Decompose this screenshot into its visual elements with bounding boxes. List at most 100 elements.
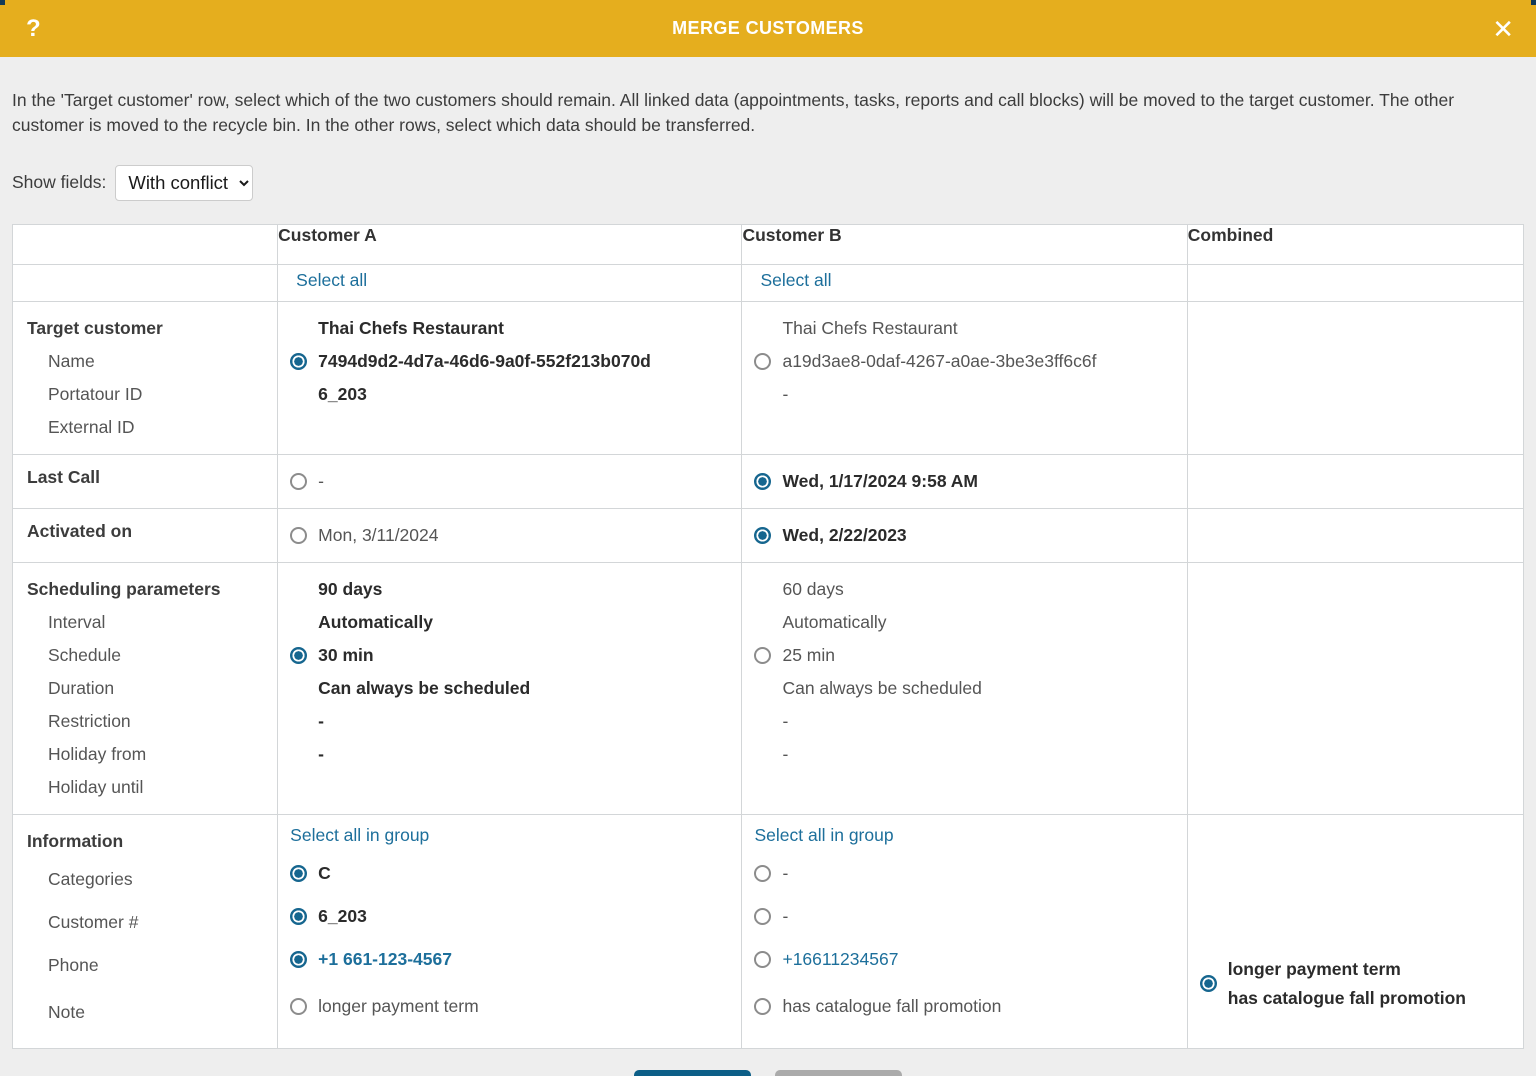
cell-scheduling-parameters-a[interactable]: 90 days Automatically 30 min Can always … bbox=[278, 562, 742, 814]
select-all-link-b[interactable]: Select all bbox=[760, 270, 831, 290]
radio-activated-on-b[interactable] bbox=[754, 527, 771, 544]
select-all-in-group-link-a[interactable]: Select all in group bbox=[290, 825, 429, 845]
value-duration-a: 30 min bbox=[318, 639, 530, 672]
select-all-cell-combined bbox=[1187, 264, 1523, 301]
info-field-phone-b[interactable]: +16611234567 bbox=[754, 938, 1186, 981]
value-holiday-from-a: - bbox=[318, 705, 530, 738]
value-categories-a: C bbox=[307, 863, 331, 884]
radio-last-call-a[interactable] bbox=[290, 473, 307, 490]
value-phone-b[interactable]: +16611234567 bbox=[771, 949, 898, 970]
info-field-note-b[interactable]: has catalogue fall promotion bbox=[754, 981, 1186, 1032]
cell-activated-on-b[interactable]: Wed, 2/22/2023 bbox=[742, 508, 1187, 562]
radio-scheduling-parameters-a[interactable] bbox=[290, 647, 307, 664]
cell-scheduling-parameters-b[interactable]: 60 days Automatically 25 min Can always … bbox=[742, 562, 1187, 814]
table-header-row: Customer A Customer B Combined bbox=[13, 224, 1524, 264]
merge-button[interactable]: MERGE bbox=[634, 1070, 751, 1076]
cell-information-combined[interactable]: longer payment term has catalogue fall p… bbox=[1187, 814, 1523, 1048]
radio-categories-b[interactable] bbox=[754, 865, 771, 882]
value-duration-b: 25 min bbox=[782, 639, 981, 672]
row-label-last-call: Last Call bbox=[13, 454, 278, 508]
info-field-categories-b[interactable]: - bbox=[754, 852, 1186, 895]
radio-note-a[interactable] bbox=[290, 998, 307, 1015]
cell-activated-on-combined bbox=[1187, 508, 1523, 562]
cell-activated-on-a[interactable]: Mon, 3/11/2024 bbox=[278, 508, 742, 562]
group-label: Last Call bbox=[13, 455, 277, 499]
cell-information-a[interactable]: Select all in group C 6_203 +1 661-123-4… bbox=[278, 814, 742, 1048]
group-label: Scheduling parameters bbox=[27, 573, 277, 606]
select-all-spacer bbox=[13, 264, 278, 301]
value-schedule-b: Automatically bbox=[782, 606, 981, 639]
value-interval-b: 60 days bbox=[782, 573, 981, 606]
sub-label-categories: Categories bbox=[27, 858, 277, 901]
info-field-note-a[interactable]: longer payment term bbox=[290, 981, 741, 1032]
value-schedule-a: Automatically bbox=[318, 606, 530, 639]
info-field-phone-a[interactable]: +1 661-123-4567 bbox=[290, 938, 741, 981]
table-row-information: Information Categories Customer # Phone … bbox=[13, 814, 1524, 1048]
row-label-target-customer: Target customer Name Portatour ID Extern… bbox=[13, 301, 278, 454]
info-field-categories-a[interactable]: C bbox=[290, 852, 741, 895]
value-phone-a[interactable]: +1 661-123-4567 bbox=[307, 949, 452, 970]
value-restriction-b: Can always be scheduled bbox=[782, 672, 981, 705]
info-field-customer-number-a[interactable]: 6_203 bbox=[290, 895, 741, 938]
value-note-combined-line-1: longer payment term bbox=[1228, 955, 1466, 984]
header-customer-b: Customer B bbox=[742, 224, 1187, 264]
cell-last-call-b[interactable]: Wed, 1/17/2024 9:58 AM bbox=[742, 454, 1187, 508]
radio-note-b[interactable] bbox=[754, 998, 771, 1015]
value-customer-number-b: - bbox=[771, 906, 788, 927]
info-field-note-combined[interactable]: longer payment term has catalogue fall p… bbox=[1200, 937, 1523, 1031]
value-external-id-b: - bbox=[782, 378, 1096, 411]
radio-categories-a[interactable] bbox=[290, 865, 307, 882]
value-portatour-id-a: 7494d9d2-4d7a-46d6-9a0f-552f213b070d bbox=[318, 345, 651, 378]
close-icon[interactable]: ✕ bbox=[1492, 16, 1514, 42]
value-portatour-id-b: a19d3ae8-0daf-4267-a0ae-3be3e3ff6c6f bbox=[782, 345, 1096, 378]
sub-label-customer-number: Customer # bbox=[27, 901, 277, 944]
merge-table: Customer A Customer B Combined Select al… bbox=[12, 224, 1524, 1049]
value-interval-a: 90 days bbox=[318, 573, 530, 606]
radio-target-customer-b[interactable] bbox=[754, 353, 771, 370]
radio-phone-a[interactable] bbox=[290, 951, 307, 968]
radio-customer-number-a[interactable] bbox=[290, 908, 307, 925]
value-holiday-until-b: - bbox=[782, 738, 981, 771]
cell-information-b[interactable]: Select all in group - - +16611234567 bbox=[742, 814, 1187, 1048]
select-all-row: Select all Select all bbox=[13, 264, 1524, 301]
cell-scheduling-parameters-combined bbox=[1187, 562, 1523, 814]
sub-label-phone: Phone bbox=[27, 944, 277, 987]
row-label-scheduling-parameters: Scheduling parameters Interval Schedule … bbox=[13, 562, 278, 814]
radio-scheduling-parameters-b[interactable] bbox=[754, 647, 771, 664]
table-row-last-call: Last Call - Wed, 1/17/2024 9:58 AM bbox=[13, 454, 1524, 508]
radio-customer-number-b[interactable] bbox=[754, 908, 771, 925]
value-categories-b: - bbox=[771, 863, 788, 884]
value-last-call-a: - bbox=[318, 466, 324, 497]
sub-label-holiday-until: Holiday until bbox=[27, 771, 277, 804]
info-field-customer-number-b[interactable]: - bbox=[754, 895, 1186, 938]
sub-label-schedule: Schedule bbox=[27, 639, 277, 672]
help-icon[interactable]: ? bbox=[26, 17, 41, 41]
radio-target-customer-a[interactable] bbox=[290, 353, 307, 370]
select-all-in-group-link-b[interactable]: Select all in group bbox=[754, 825, 893, 845]
value-holiday-from-b: - bbox=[782, 705, 981, 738]
select-all-link-a[interactable]: Select all bbox=[296, 270, 367, 290]
sub-label-interval: Interval bbox=[27, 606, 277, 639]
radio-note-combined[interactable] bbox=[1200, 975, 1217, 992]
value-name-b: Thai Chefs Restaurant bbox=[782, 312, 1096, 345]
group-label: Target customer bbox=[27, 312, 277, 345]
value-note-combined-line-2: has catalogue fall promotion bbox=[1228, 984, 1466, 1013]
radio-last-call-b[interactable] bbox=[754, 473, 771, 490]
radio-activated-on-a[interactable] bbox=[290, 527, 307, 544]
table-row-scheduling-parameters: Scheduling parameters Interval Schedule … bbox=[13, 562, 1524, 814]
value-name-a: Thai Chefs Restaurant bbox=[318, 312, 651, 345]
cancel-button[interactable]: CANCEL bbox=[775, 1070, 901, 1076]
cell-target-customer-b[interactable]: Thai Chefs Restaurant a19d3ae8-0daf-4267… bbox=[742, 301, 1187, 454]
radio-phone-b[interactable] bbox=[754, 951, 771, 968]
show-fields-select[interactable]: With conflict bbox=[115, 165, 253, 201]
header-customer-a: Customer A bbox=[278, 224, 742, 264]
sub-label-note: Note bbox=[27, 987, 277, 1038]
dialog-titlebar: ? MERGE CUSTOMERS ✕ bbox=[0, 0, 1536, 57]
value-last-call-b: Wed, 1/17/2024 9:58 AM bbox=[782, 466, 978, 497]
value-customer-number-a: 6_203 bbox=[307, 906, 367, 927]
dialog-title: MERGE CUSTOMERS bbox=[672, 18, 864, 39]
cell-target-customer-a[interactable]: Thai Chefs Restaurant 7494d9d2-4d7a-46d6… bbox=[278, 301, 742, 454]
value-note-a: longer payment term bbox=[307, 996, 479, 1017]
value-holiday-until-a: - bbox=[318, 738, 530, 771]
cell-last-call-a[interactable]: - bbox=[278, 454, 742, 508]
